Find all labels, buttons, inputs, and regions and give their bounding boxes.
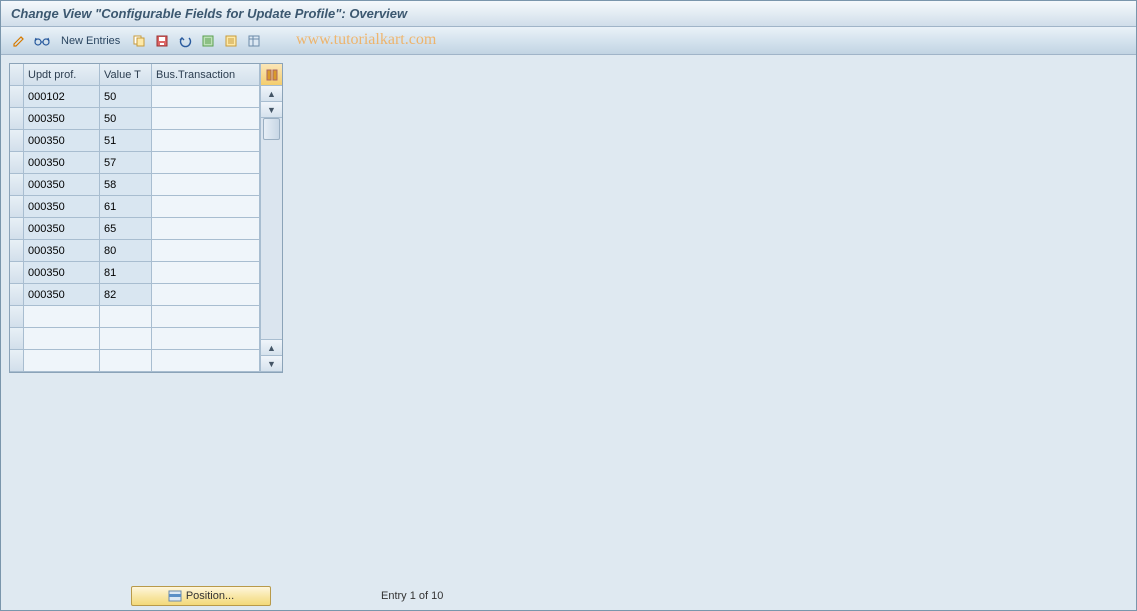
cell-updt-prof[interactable]: 000350 — [24, 174, 100, 196]
scrollbar-thumb[interactable] — [263, 118, 280, 140]
entry-status: Entry 1 of 10 — [381, 590, 443, 602]
cell-updt-prof[interactable] — [24, 350, 100, 372]
cell-updt-prof[interactable]: 000350 — [24, 284, 100, 306]
cell-value-t[interactable] — [100, 350, 152, 372]
col-header-bus-transaction[interactable]: Bus.Transaction — [152, 64, 260, 86]
cell-value-t[interactable]: 61 — [100, 196, 152, 218]
row-handle[interactable] — [10, 174, 24, 196]
cell-value-t[interactable] — [100, 328, 152, 350]
scroll-down-icon[interactable]: ▼ — [261, 102, 282, 118]
footer: Position... Entry 1 of 10 — [1, 582, 1136, 610]
cell-updt-prof[interactable]: 000350 — [24, 130, 100, 152]
row-handle[interactable] — [10, 306, 24, 328]
table-row[interactable]: 00035082 — [10, 284, 260, 306]
row-handle[interactable] — [10, 130, 24, 152]
copy-icon[interactable] — [129, 31, 149, 51]
scroll-up2-icon[interactable]: ▲ — [261, 340, 282, 356]
cell-bus-transaction[interactable] — [152, 218, 260, 240]
table-row[interactable]: 00035051 — [10, 130, 260, 152]
table-row[interactable]: 00035081 — [10, 262, 260, 284]
row-handle[interactable] — [10, 284, 24, 306]
row-handle[interactable] — [10, 218, 24, 240]
cell-bus-transaction[interactable] — [152, 130, 260, 152]
cell-value-t[interactable]: 50 — [100, 86, 152, 108]
table-row[interactable]: 00035057 — [10, 152, 260, 174]
cell-bus-transaction[interactable] — [152, 152, 260, 174]
cell-updt-prof[interactable]: 000350 — [24, 152, 100, 174]
glasses-icon[interactable] — [32, 31, 52, 51]
toolbar: New Entries www.tutorialkart.com — [1, 27, 1136, 55]
cell-updt-prof[interactable]: 000350 — [24, 240, 100, 262]
table-row[interactable]: 00035058 — [10, 174, 260, 196]
cell-bus-transaction[interactable] — [152, 86, 260, 108]
row-handle[interactable] — [10, 196, 24, 218]
cell-value-t[interactable]: 50 — [100, 108, 152, 130]
cell-value-t[interactable]: 82 — [100, 284, 152, 306]
position-button[interactable]: Position... — [131, 586, 271, 606]
cell-updt-prof[interactable]: 000350 — [24, 108, 100, 130]
row-handle[interactable] — [10, 350, 24, 372]
table-settings-icon[interactable] — [244, 31, 264, 51]
table-row[interactable] — [10, 350, 260, 372]
cell-bus-transaction[interactable] — [152, 284, 260, 306]
table-body: 0001025000035050000350510003505700035058… — [10, 86, 260, 372]
row-handle[interactable] — [10, 152, 24, 174]
row-handle[interactable] — [10, 262, 24, 284]
watermark: www.tutorialkart.com — [296, 31, 436, 49]
deselect-all-icon[interactable] — [221, 31, 241, 51]
cell-updt-prof[interactable] — [24, 328, 100, 350]
cell-value-t[interactable]: 51 — [100, 130, 152, 152]
scroll-up-icon[interactable]: ▲ — [261, 86, 282, 102]
cell-value-t[interactable]: 81 — [100, 262, 152, 284]
cell-updt-prof[interactable]: 000350 — [24, 196, 100, 218]
undo-icon[interactable] — [175, 31, 195, 51]
new-entries-button[interactable]: New Entries — [55, 33, 126, 49]
table-header-row: Updt prof. Value T Bus.Transaction — [10, 64, 260, 86]
page-title: Change View "Configurable Fields for Upd… — [11, 6, 407, 21]
change-icon[interactable] — [9, 31, 29, 51]
position-icon — [168, 590, 182, 602]
row-handle[interactable] — [10, 108, 24, 130]
cell-value-t[interactable]: 65 — [100, 218, 152, 240]
table-row[interactable] — [10, 306, 260, 328]
scroll-down2-icon[interactable]: ▼ — [261, 356, 282, 372]
cell-bus-transaction[interactable] — [152, 328, 260, 350]
cell-value-t[interactable]: 80 — [100, 240, 152, 262]
cell-bus-transaction[interactable] — [152, 174, 260, 196]
row-handle[interactable] — [10, 240, 24, 262]
cell-updt-prof[interactable]: 000350 — [24, 218, 100, 240]
cell-updt-prof[interactable]: 000102 — [24, 86, 100, 108]
cell-bus-transaction[interactable] — [152, 262, 260, 284]
content-area: Updt prof. Value T Bus.Transaction 00010… — [1, 55, 1136, 582]
cell-bus-transaction[interactable] — [152, 108, 260, 130]
table-row[interactable]: 00035061 — [10, 196, 260, 218]
row-handle[interactable] — [10, 86, 24, 108]
cell-value-t[interactable]: 57 — [100, 152, 152, 174]
col-header-value-t[interactable]: Value T — [100, 64, 152, 86]
cell-updt-prof[interactable] — [24, 306, 100, 328]
select-all-icon[interactable] — [198, 31, 218, 51]
table-scroll-column: ▲ ▼ ▲ ▼ — [260, 64, 282, 372]
cell-bus-transaction[interactable] — [152, 196, 260, 218]
cell-value-t[interactable] — [100, 306, 152, 328]
cell-bus-transaction[interactable] — [152, 240, 260, 262]
title-bar: Change View "Configurable Fields for Upd… — [1, 1, 1136, 27]
save-icon[interactable] — [152, 31, 172, 51]
table-row[interactable]: 00010250 — [10, 86, 260, 108]
header-corner[interactable] — [10, 64, 24, 86]
cell-value-t[interactable]: 58 — [100, 174, 152, 196]
data-table: Updt prof. Value T Bus.Transaction 00010… — [9, 63, 283, 373]
table-row[interactable] — [10, 328, 260, 350]
col-header-updt-prof[interactable]: Updt prof. — [24, 64, 100, 86]
row-handle[interactable] — [10, 328, 24, 350]
cell-bus-transaction[interactable] — [152, 350, 260, 372]
scrollbar-track[interactable] — [261, 118, 282, 340]
configure-columns-icon[interactable] — [261, 64, 282, 86]
table-row[interactable]: 00035080 — [10, 240, 260, 262]
table-row[interactable]: 00035065 — [10, 218, 260, 240]
cell-bus-transaction[interactable] — [152, 306, 260, 328]
table-row[interactable]: 00035050 — [10, 108, 260, 130]
cell-updt-prof[interactable]: 000350 — [24, 262, 100, 284]
position-button-label: Position... — [186, 590, 234, 602]
